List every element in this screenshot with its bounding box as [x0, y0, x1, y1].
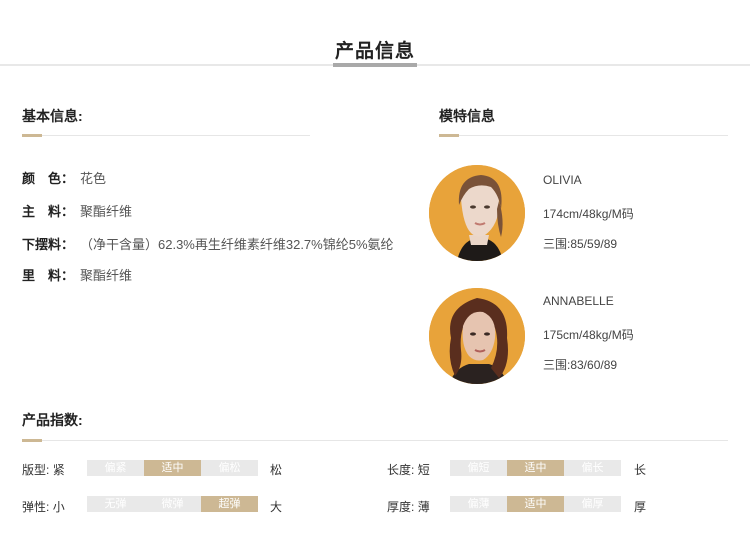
info-label: 下摆料： — [22, 237, 75, 252]
index-name: 弹性: — [22, 500, 50, 514]
index-label: 长度: 短 — [387, 461, 430, 478]
index-scale-elasticity: 无弹 微弹 超弹 — [87, 496, 258, 512]
basic-info-accent — [22, 134, 42, 137]
model-photo-annabelle — [429, 288, 525, 384]
index-segment: 无弹 — [87, 496, 144, 512]
info-label: 颜 色： — [22, 171, 75, 186]
info-label: 里 料： — [22, 268, 75, 283]
index-low: 薄 — [417, 500, 430, 514]
index-segment: 偏厚 — [564, 496, 621, 512]
index-segment: 偏松 — [201, 460, 258, 476]
index-segment: 偏紧 — [87, 460, 144, 476]
index-segment: 微弹 — [144, 496, 201, 512]
product-index-heading: 产品指数: — [22, 412, 83, 428]
index-high: 大 — [270, 500, 283, 514]
index-high: 厚 — [634, 500, 647, 514]
info-row-lining: 里 料： 聚酯纤维 — [22, 265, 132, 284]
index-name: 长度: — [387, 463, 415, 477]
index-low: 短 — [417, 463, 430, 477]
index-scale-thickness: 偏薄 适中 偏厚 — [450, 496, 621, 512]
index-label: 弹性: 小 — [22, 498, 65, 515]
basic-info-divider — [22, 135, 310, 136]
index-segment: 偏长 — [564, 460, 621, 476]
title-accent — [333, 63, 417, 67]
info-value: 花色 — [80, 171, 107, 186]
index-high: 松 — [270, 463, 283, 477]
index-name: 版型: — [22, 463, 50, 477]
index-scale-fit: 偏紧 适中 偏松 — [87, 460, 258, 476]
page-title: 产品信息 — [334, 41, 415, 62]
model-measurements: 三围:85/59/89 — [543, 237, 618, 251]
index-name: 厚度: — [387, 500, 415, 514]
index-label: 版型: 紧 — [22, 461, 65, 478]
basic-info-heading: 基本信息: — [22, 108, 83, 124]
model-size: 175cm/48kg/M码 — [543, 328, 634, 342]
index-label: 厚度: 薄 — [387, 498, 430, 515]
index-segment: 偏薄 — [450, 496, 507, 512]
model-portrait-icon — [429, 165, 525, 261]
info-label: 主 料： — [22, 204, 75, 219]
model-measurements: 三围:83/60/89 — [543, 358, 618, 372]
model-name: OLIVIA — [543, 173, 582, 187]
model-info-heading: 模特信息 — [439, 108, 495, 124]
index-segment-selected: 适中 — [507, 460, 564, 476]
model-name: ANNABELLE — [543, 294, 614, 308]
info-row-hem-material: 下摆料： （净干含量）62.3%再生纤维素纤维32.7%锦纶5%氨纶 — [22, 234, 394, 253]
index-segment-selected: 适中 — [507, 496, 564, 512]
index-scale-length: 偏短 适中 偏长 — [450, 460, 621, 476]
product-index-accent — [22, 439, 42, 442]
product-index-divider — [22, 440, 728, 441]
model-portrait-icon — [429, 288, 525, 384]
info-value: （净干含量）62.3%再生纤维素纤维32.7%锦纶5%氨纶 — [80, 237, 394, 252]
info-row-color: 颜 色： 花色 — [22, 168, 106, 187]
index-low: 紧 — [52, 463, 65, 477]
index-segment-selected: 适中 — [144, 460, 201, 476]
info-value: 聚酯纤维 — [80, 268, 133, 283]
model-info-accent — [439, 134, 459, 137]
model-size: 174cm/48kg/M码 — [543, 207, 634, 221]
index-segment: 偏短 — [450, 460, 507, 476]
info-row-main-material: 主 料： 聚酯纤维 — [22, 201, 132, 220]
model-photo-olivia — [429, 165, 525, 261]
index-low: 小 — [52, 500, 65, 514]
info-value: 聚酯纤维 — [80, 204, 133, 219]
index-high: 长 — [634, 463, 647, 477]
index-segment-selected: 超弹 — [201, 496, 258, 512]
model-info-divider — [439, 135, 728, 136]
